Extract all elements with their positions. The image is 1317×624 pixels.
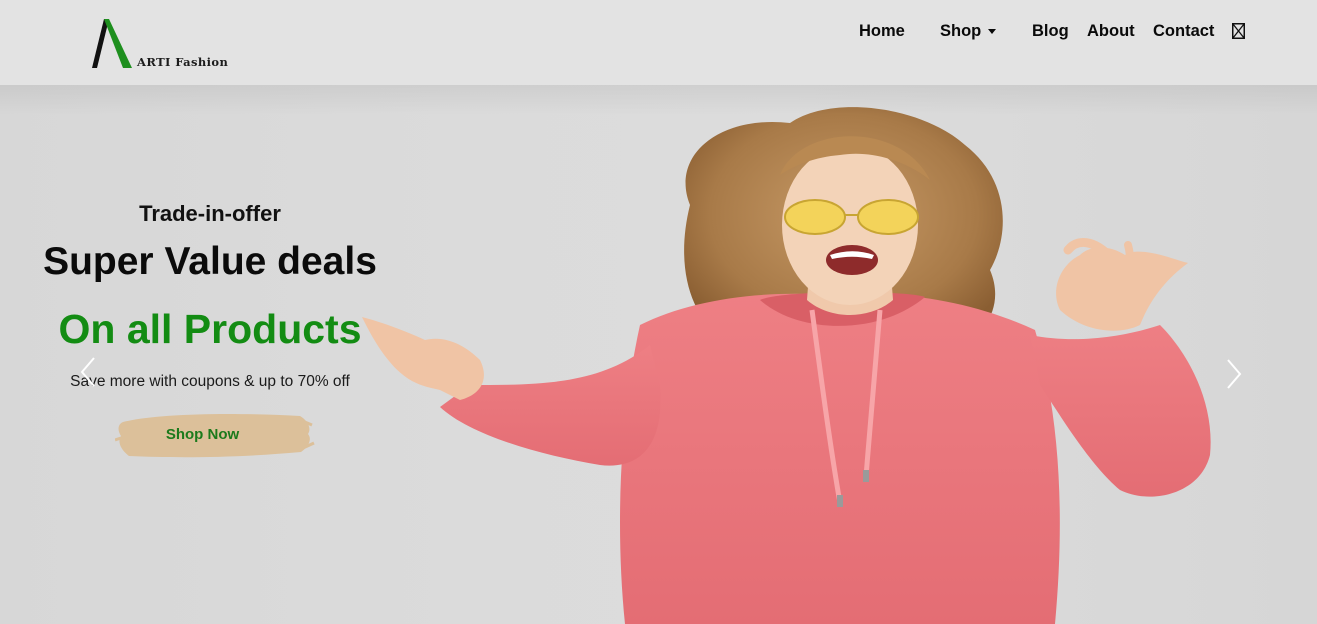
shop-now-button[interactable]: Shop Now: [115, 410, 315, 460]
site-header: ARTI Fashion Home Shop Blog About Contac…: [0, 0, 1317, 85]
chevron-left-icon[interactable]: [78, 355, 100, 389]
hero-subtext: Save more with coupons & up to 70% off: [70, 373, 350, 390]
nav-shop-dropdown[interactable]: Shop: [940, 20, 998, 42]
hero-top-shadow: [0, 85, 1317, 115]
chevron-right-icon[interactable]: [1224, 357, 1246, 391]
nav-home[interactable]: Home: [859, 20, 905, 42]
main-nav: Home Shop Blog About Contact: [0, 20, 1317, 44]
hero-model-image: [362, 107, 1211, 624]
hero-highlight: On all Products: [58, 306, 362, 352]
shopping-bag-icon[interactable]: [1232, 23, 1245, 39]
caret-down-icon: [988, 29, 996, 34]
shop-now-label: Shop Now: [165, 426, 240, 443]
nav-blog[interactable]: Blog: [1032, 20, 1069, 42]
nav-shop-label: Shop: [940, 22, 982, 40]
nav-about[interactable]: About: [1087, 20, 1135, 42]
nav-contact[interactable]: Contact: [1153, 20, 1214, 42]
brand-name: ARTI Fashion: [137, 55, 229, 69]
hero-banner: Trade-in-offer Super Value deals On all …: [0, 85, 1317, 624]
hero-eyebrow: Trade-in-offer: [139, 201, 281, 226]
hero-headline: Super Value deals: [43, 240, 377, 283]
